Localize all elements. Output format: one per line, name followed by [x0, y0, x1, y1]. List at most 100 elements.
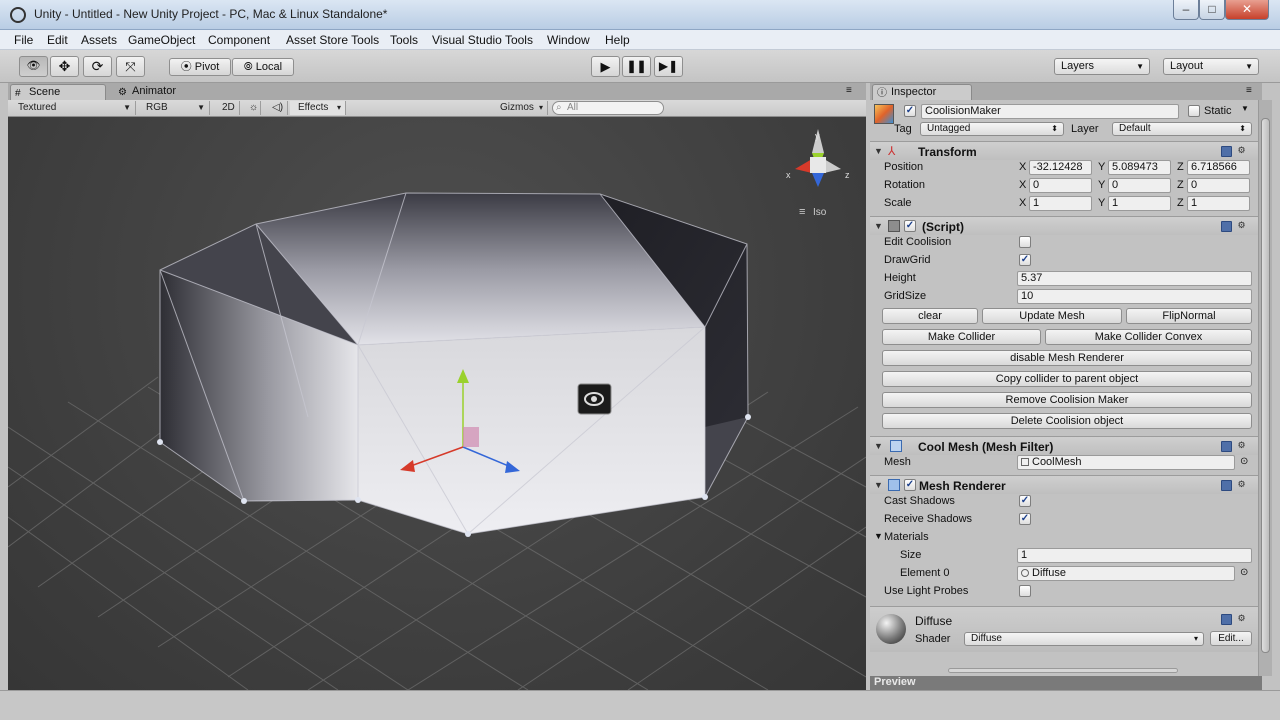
step-button[interactable]: ▶❚ [654, 56, 683, 77]
foldout-arrow-icon[interactable]: ▼ [874, 480, 883, 490]
shader-edit-button[interactable]: Edit... [1210, 631, 1252, 646]
gear-icon[interactable]: ⚙ [1236, 145, 1247, 156]
position-z-field[interactable]: 6.718566 [1187, 160, 1250, 175]
mesh-renderer-enabled-checkbox[interactable]: ✓ [904, 479, 916, 491]
view-tool-button[interactable]: 👁 [19, 56, 48, 77]
tag-dropdown[interactable]: Untagged ⬍ [920, 122, 1064, 136]
menu-assets[interactable]: Assets [81, 33, 117, 47]
2d-toggle[interactable]: 2D [214, 101, 240, 115]
menu-asset-store-tools[interactable]: Asset Store Tools [286, 33, 379, 47]
layers-dropdown[interactable]: Layers ▼ [1054, 58, 1150, 75]
draw-grid-checkbox[interactable]: ✓ [1019, 254, 1031, 266]
rotation-z-field[interactable]: 0 [1187, 178, 1250, 193]
minimize-button[interactable]: – [1173, 0, 1199, 20]
mesh-object-field[interactable]: CoolMesh [1017, 455, 1235, 470]
scale-y-field[interactable]: 1 [1108, 196, 1171, 211]
gear-icon[interactable]: ⚙ [1236, 613, 1247, 624]
delete-coolision-object-button[interactable]: Delete Coolision object [882, 413, 1252, 429]
menu-tools[interactable]: Tools [390, 33, 418, 47]
menu-component[interactable]: Component [208, 33, 270, 47]
position-x-field[interactable]: -32.12428 [1029, 160, 1092, 175]
gear-icon[interactable]: ⚙ [1236, 479, 1247, 490]
help-book-icon[interactable] [1221, 441, 1232, 452]
object-name-field[interactable]: CoolisionMaker [921, 104, 1179, 119]
object-picker-icon[interactable]: ⊙ [1240, 567, 1248, 578]
make-collider-button[interactable]: Make Collider [882, 329, 1041, 345]
shading-mode-dropdown[interactable]: Textured ▼ [10, 101, 136, 115]
menu-edit[interactable]: Edit [47, 33, 68, 47]
copy-collider-button[interactable]: Copy collider to parent object [882, 371, 1252, 387]
foldout-arrow-icon[interactable]: ▼ [874, 146, 883, 156]
foldout-arrow-icon[interactable]: ▼ [874, 221, 883, 231]
update-mesh-button[interactable]: Update Mesh [982, 308, 1122, 324]
materials-size-field[interactable]: 1 [1017, 548, 1252, 563]
pivot-toggle[interactable]: ⦿ Pivot [169, 58, 231, 76]
move-tool-button[interactable]: ✥ [50, 56, 79, 77]
shader-dropdown[interactable]: Diffuse ▾ [964, 632, 1204, 646]
menu-window[interactable]: Window [547, 33, 590, 47]
layout-dropdown[interactable]: Layout ▼ [1163, 58, 1259, 75]
static-dropdown-icon[interactable]: ▼ [1241, 104, 1249, 113]
menu-help[interactable]: Help [605, 33, 630, 47]
transform-header[interactable]: ▼ ⅄ Transform ⚙ [870, 141, 1260, 160]
cast-shadows-checkbox[interactable]: ✓ [1019, 495, 1031, 507]
help-book-icon[interactable] [1221, 614, 1232, 625]
mesh-renderer-header[interactable]: ▼ ✓ Mesh Renderer ⚙ [870, 475, 1260, 494]
panel-menu-icon[interactable]: ≡ [1246, 85, 1252, 96]
make-collider-convex-button[interactable]: Make Collider Convex [1045, 329, 1252, 345]
position-y-field[interactable]: 5.089473 [1108, 160, 1171, 175]
layer-dropdown[interactable]: Default ⬍ [1112, 122, 1252, 136]
foldout-arrow-icon[interactable]: ▼ [874, 441, 883, 451]
tab-scene[interactable]: # Scene [10, 84, 106, 100]
menu-file[interactable]: File [14, 33, 33, 47]
pause-button[interactable]: ❚❚ [622, 56, 651, 77]
scale-z-field[interactable]: 1 [1187, 196, 1250, 211]
clear-button[interactable]: clear [882, 308, 978, 324]
tab-inspector[interactable]: ⓘ Inspector [872, 84, 972, 100]
lighting-toggle[interactable]: ☼ [241, 101, 261, 115]
menu-gameobject[interactable]: GameObject [128, 33, 195, 47]
script-gizmo-icon[interactable] [577, 383, 612, 415]
effects-dropdown[interactable]: Effects ▾ [290, 101, 346, 115]
materials-foldout-icon[interactable]: ▼ [874, 531, 883, 541]
script-enabled-checkbox[interactable]: ✓ [904, 220, 916, 232]
play-button[interactable]: ▶ [591, 56, 620, 77]
static-checkbox[interactable] [1188, 105, 1200, 117]
active-checkbox[interactable]: ✓ [904, 105, 916, 117]
coolision-mesh[interactable] [157, 192, 751, 537]
rotation-x-field[interactable]: 0 [1029, 178, 1092, 193]
help-book-icon[interactable] [1221, 480, 1232, 491]
flip-normal-button[interactable]: FlipNormal [1126, 308, 1252, 324]
panel-menu-icon[interactable]: ≡ [846, 85, 852, 96]
remove-coolision-maker-button[interactable]: Remove Coolision Maker [882, 392, 1252, 408]
disable-mesh-renderer-button[interactable]: disable Mesh Renderer [882, 350, 1252, 366]
mesh-filter-header[interactable]: ▼ Cool Mesh (Mesh Filter) ⚙ [870, 436, 1260, 455]
gear-icon[interactable]: ⚙ [1236, 220, 1247, 231]
tab-animator[interactable]: ⚙ Animator [114, 84, 204, 100]
object-picker-icon[interactable]: ⊙ [1240, 456, 1248, 467]
projection-label[interactable]: Iso [813, 207, 826, 218]
scene-viewport[interactable]: y x z ≡ Iso [8, 117, 866, 690]
maximize-button[interactable]: □ [1199, 0, 1225, 20]
element0-object-field[interactable]: Diffuse [1017, 566, 1235, 581]
gear-icon[interactable]: ⚙ [1236, 440, 1247, 451]
scene-canvas[interactable] [8, 117, 866, 690]
inspector-scrollbar[interactable] [1258, 100, 1272, 676]
gizmos-dropdown[interactable]: Gizmos ▾ [492, 101, 548, 115]
light-probes-checkbox[interactable] [1019, 585, 1031, 597]
height-field[interactable]: 5.37 [1017, 271, 1252, 286]
script-component-header[interactable]: ▼ ✓ (Script) ⚙ [870, 216, 1260, 235]
scene-search-input[interactable]: ⌕ All [552, 101, 664, 115]
inspector-footer-handle[interactable] [948, 668, 1178, 673]
render-mode-dropdown[interactable]: RGB ▼ [138, 101, 210, 115]
scrollbar-thumb[interactable] [1261, 118, 1270, 653]
local-toggle[interactable]: ⦾ Local [232, 58, 294, 76]
rotation-y-field[interactable]: 0 [1108, 178, 1171, 193]
grid-size-field[interactable]: 10 [1017, 289, 1252, 304]
audio-toggle[interactable]: ◁) [264, 101, 288, 115]
preview-bar[interactable]: Preview [870, 676, 1262, 690]
scale-tool-button[interactable]: ⤧ [116, 56, 145, 77]
help-book-icon[interactable] [1221, 221, 1232, 232]
scale-x-field[interactable]: 1 [1029, 196, 1092, 211]
help-book-icon[interactable] [1221, 146, 1232, 157]
